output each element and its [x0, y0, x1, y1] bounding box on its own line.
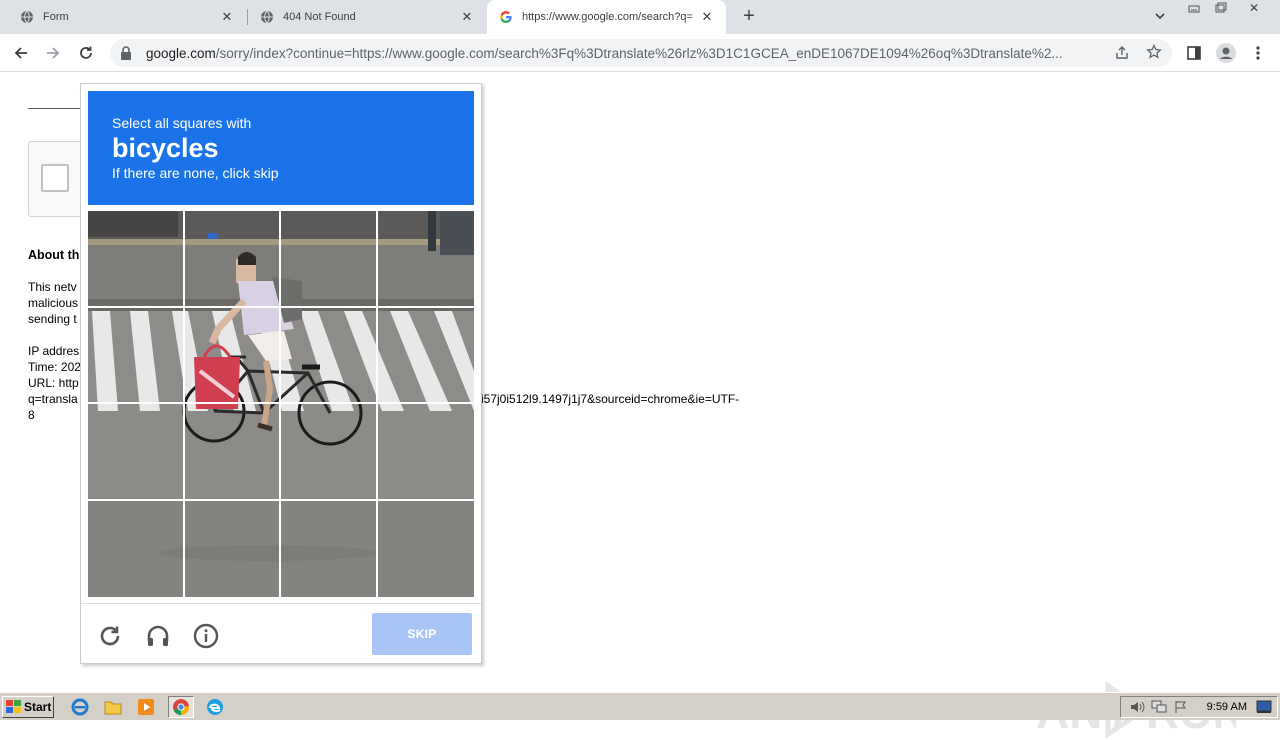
close-icon[interactable]: ✕: [460, 10, 474, 24]
address-bar[interactable]: google.com/sorry/index?continue=https://…: [110, 39, 1172, 67]
google-icon: [499, 10, 513, 24]
browser-toolbar: google.com/sorry/index?continue=https://…: [0, 34, 1280, 72]
url-text[interactable]: google.com/sorry/index?continue=https://…: [146, 46, 1101, 61]
restore-icon[interactable]: [1211, 2, 1231, 18]
image-tile[interactable]: [184, 307, 281, 404]
close-window-icon[interactable]: ✕: [1244, 1, 1264, 17]
media-player-icon[interactable]: [136, 697, 156, 717]
tab-form[interactable]: Form ✕: [0, 0, 246, 34]
share-icon[interactable]: [1114, 45, 1130, 66]
about-heading: About th: [28, 248, 80, 262]
network-icon[interactable]: [1151, 700, 1167, 719]
tab-404[interactable]: 404 Not Found ✕: [248, 0, 486, 34]
image-tile[interactable]: [184, 211, 281, 308]
image-tile[interactable]: [281, 211, 378, 308]
recaptcha-challenge: Select all squares with bicycles If ther…: [80, 83, 482, 664]
close-icon[interactable]: ✕: [220, 10, 234, 24]
tile-grid: [88, 211, 474, 597]
close-icon[interactable]: ✕: [700, 10, 714, 24]
star-icon[interactable]: [1146, 43, 1162, 65]
new-tab-icon[interactable]: +: [739, 6, 759, 28]
tab-strip: Form ✕ 404 Not Found ✕ https://www.googl…: [0, 0, 1280, 34]
skip-button[interactable]: SKIP: [372, 613, 472, 655]
forward-arrow-icon[interactable]: [41, 41, 65, 65]
image-tile[interactable]: [88, 307, 185, 404]
ip-address-line: IP addres: [28, 344, 80, 358]
url-line: URL: http: [28, 376, 79, 390]
image-tile[interactable]: [88, 404, 185, 501]
image-tile[interactable]: [281, 307, 378, 404]
start-button[interactable]: Start: [2, 696, 54, 718]
recaptcha-checkbox[interactable]: [41, 164, 69, 192]
globe-icon: [20, 10, 34, 24]
flag-icon[interactable]: [1174, 700, 1188, 719]
url-host: google.com: [146, 45, 216, 61]
image-tile[interactable]: [281, 500, 378, 597]
challenge-header: Select all squares with bicycles If ther…: [88, 91, 474, 205]
image-tile[interactable]: [281, 404, 378, 501]
side-panel-icon[interactable]: [1182, 41, 1206, 65]
show-desktop-icon[interactable]: [1256, 700, 1272, 719]
image-tile[interactable]: [185, 500, 281, 597]
system-tray: 9:59 AM: [1120, 696, 1278, 718]
lock-icon[interactable]: [120, 46, 134, 60]
image-tile[interactable]: [184, 404, 281, 501]
kebab-menu-icon[interactable]: [1246, 41, 1270, 65]
start-label: Start: [24, 700, 52, 714]
windows-logo-icon: [6, 700, 22, 714]
taskbar: Start 9:59 AM: [0, 692, 1280, 720]
reload-challenge-icon[interactable]: [95, 621, 125, 651]
challenge-instruction: Select all squares with: [112, 115, 252, 131]
body-line: sending t: [28, 312, 77, 326]
profile-avatar-icon[interactable]: [1214, 41, 1238, 65]
time-line: Time: 202: [28, 360, 81, 374]
tab-title: https://www.google.com/search?q=: [522, 11, 693, 23]
edge-icon[interactable]: [205, 697, 225, 717]
reload-icon[interactable]: [74, 41, 98, 65]
body-line: This netv: [28, 280, 77, 294]
divider: [28, 108, 88, 109]
speaker-icon[interactable]: [1129, 700, 1145, 719]
folder-icon[interactable]: [103, 697, 123, 717]
image-tile[interactable]: [377, 211, 474, 308]
url-tail: i57j0i512l9.1497j1j7&sourceid=chrome&ie=…: [481, 392, 740, 406]
minimize-icon[interactable]: [1184, 2, 1204, 18]
info-icon[interactable]: [191, 621, 221, 651]
back-arrow-icon[interactable]: [9, 41, 33, 65]
image-tile[interactable]: [88, 500, 185, 597]
globe-icon: [260, 10, 274, 24]
recaptcha-checkbox-widget[interactable]: [28, 141, 88, 217]
url-path: /sorry/index?continue=https://www.google…: [215, 45, 1063, 61]
headphones-icon[interactable]: [143, 621, 173, 651]
image-tile[interactable]: [88, 211, 185, 308]
challenge-image-grid: [88, 211, 474, 597]
internet-explorer-icon[interactable]: [70, 697, 90, 717]
chevron-down-icon[interactable]: [1150, 10, 1170, 26]
tab-google-search[interactable]: https://www.google.com/search?q= ✕: [487, 0, 726, 34]
footer-divider: [81, 603, 481, 604]
image-tile[interactable]: [377, 404, 474, 501]
tab-title: Form: [43, 11, 69, 23]
url-tail-2: 8: [28, 408, 35, 422]
image-tile[interactable]: [377, 308, 474, 404]
query-line: q=transla: [28, 392, 78, 406]
challenge-hint: If there are none, click skip: [112, 165, 279, 181]
chrome-icon[interactable]: [168, 696, 194, 718]
tab-title: 404 Not Found: [283, 11, 356, 23]
body-line: malicious: [28, 296, 79, 310]
clock[interactable]: 9:59 AM: [1207, 701, 1247, 713]
challenge-target: bicycles: [112, 133, 219, 163]
image-tile[interactable]: [378, 501, 475, 598]
